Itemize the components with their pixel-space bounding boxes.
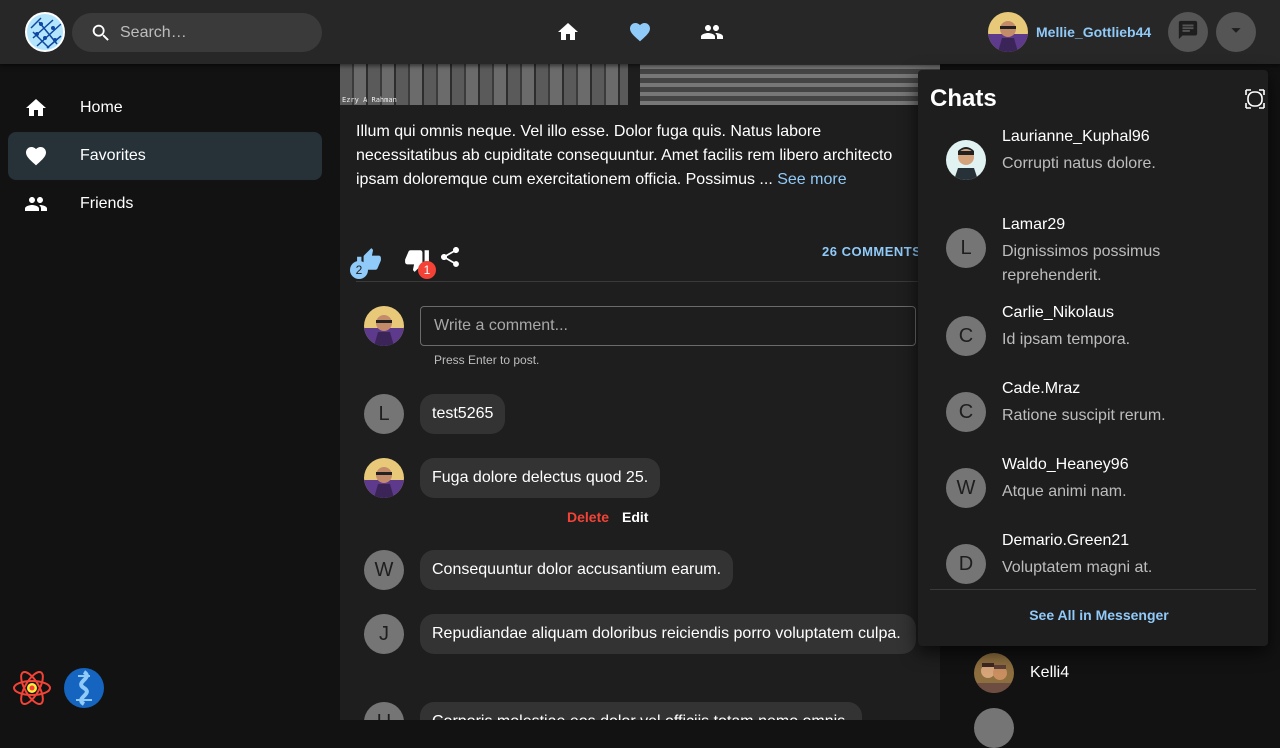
divider (930, 589, 1256, 590)
comment-input[interactable] (420, 306, 916, 346)
post-card: Ezry A Rahman Illum qui omnis neque. Vel… (340, 64, 940, 720)
current-user-avatar (364, 306, 404, 346)
react-logo-icon[interactable] (12, 668, 52, 708)
see-more-link[interactable]: See more (777, 171, 846, 188)
delete-comment-button[interactable]: Delete (567, 509, 609, 525)
comment-avatar[interactable]: L (364, 394, 404, 434)
people-icon (24, 192, 48, 216)
see-all-messenger-link[interactable]: See All in Messenger (918, 607, 1268, 623)
dislike-count-badge: 1 (418, 261, 436, 279)
heart-icon (24, 144, 48, 168)
chats-popover: Chats Laurianne_Kuphal96 Corrupti natus … (918, 70, 1268, 646)
chat-avatar (946, 140, 986, 180)
search-icon (90, 22, 112, 49)
top-app-bar: Mellie_Gottlieb44 (0, 0, 1280, 64)
chat-message: Id ipsam tempora. (1002, 331, 1131, 348)
chat-message: Ratione suscipit rerum. (1002, 407, 1166, 424)
post-text: Illum qui omnis neque. Vel illo esse. Do… (356, 120, 924, 192)
query-devtools-logo-icon[interactable] (64, 668, 104, 708)
comment-bubble: Fuga dolore delectus quod 25. (420, 458, 661, 498)
chat-avatar: L (946, 228, 986, 268)
search-input[interactable] (120, 13, 310, 52)
feed: Ezry A Rahman Illum qui omnis neque. Vel… (330, 64, 950, 720)
contact-item[interactable]: Kelli4 (974, 653, 1274, 693)
chat-avatar: D (946, 544, 986, 584)
comment-avatar[interactable]: U (364, 702, 404, 720)
post-image[interactable]: Ezry A Rahman (340, 64, 940, 105)
username-label[interactable]: Mellie_Gottlieb44 (1036, 24, 1151, 40)
share-icon[interactable] (438, 245, 462, 274)
chat-name: Laurianne_Kuphal96 (1002, 128, 1150, 145)
sidebar-item-friends[interactable]: Friends (8, 180, 322, 228)
heart-icon[interactable] (628, 20, 652, 44)
dislike-button[interactable]: 1 (404, 247, 436, 279)
comment-bubble: Consequuntur dolor accusantium earum. (420, 550, 734, 590)
contact-avatar (974, 653, 1014, 693)
sidebar-item-favorites[interactable]: Favorites (8, 132, 322, 180)
chats-title: Chats (930, 85, 997, 112)
chat-name: Waldo_Heaney96 (1002, 456, 1129, 473)
chat-avatar: C (946, 316, 986, 356)
home-icon[interactable] (556, 20, 580, 44)
contact-avatar[interactable] (974, 708, 1014, 748)
people-icon[interactable] (700, 20, 724, 44)
comment-bubble: Corporis molestiae eos dolor vel officii… (420, 702, 862, 720)
chat-message: Atque animi nam. (1002, 483, 1127, 500)
chat-message: Corrupti natus dolore. (1002, 155, 1156, 172)
account-menu-button[interactable] (1216, 12, 1256, 52)
comment-avatar[interactable]: J (364, 614, 404, 654)
edit-comment-button[interactable]: Edit (622, 509, 648, 525)
messenger-button[interactable] (1168, 12, 1208, 52)
comments-count-button[interactable]: 26 COMMENTS (822, 244, 921, 259)
sidebar-item-label: Home (80, 99, 123, 116)
chat-name: Carlie_Nikolaus (1002, 304, 1115, 321)
contact-name: Kelli4 (1030, 664, 1070, 681)
app-logo-icon[interactable] (25, 12, 65, 52)
sidebar-item-home[interactable]: Home (8, 84, 322, 132)
chat-message: Dignissimos possimus reprehenderit. (1002, 243, 1161, 284)
like-button[interactable]: 2 (350, 247, 382, 279)
chat-name: Lamar29 (1002, 216, 1066, 233)
like-count-badge: 2 (350, 261, 368, 279)
arrow-drop-down-icon (1225, 19, 1247, 46)
left-sidebar: Home Favorites Friends (0, 64, 330, 720)
search-box[interactable] (72, 13, 322, 52)
chat-avatar: C (946, 392, 986, 432)
home-icon (24, 96, 48, 120)
chat-name: Demario.Green21 (1002, 532, 1130, 549)
sidebar-item-label: Favorites (80, 147, 146, 164)
sidebar-item-label: Friends (80, 195, 134, 212)
comment-bubble: test5265 (420, 394, 506, 434)
comment-hint: Press Enter to post. (434, 353, 540, 367)
comment-avatar[interactable] (364, 458, 404, 498)
comment-bubble: Repudiandae aliquam doloribus reiciendis… (420, 614, 916, 654)
chat-icon (1177, 19, 1199, 46)
chat-message: Voluptatem magni at. (1002, 559, 1153, 576)
image-credit: Ezry A Rahman (342, 96, 397, 104)
open-in-full-icon[interactable] (1245, 89, 1265, 109)
divider (356, 281, 924, 282)
user-avatar[interactable] (988, 12, 1028, 52)
chat-avatar: W (946, 468, 986, 508)
comment-avatar[interactable]: W (364, 550, 404, 590)
chat-name: Cade.Mraz (1002, 380, 1081, 397)
